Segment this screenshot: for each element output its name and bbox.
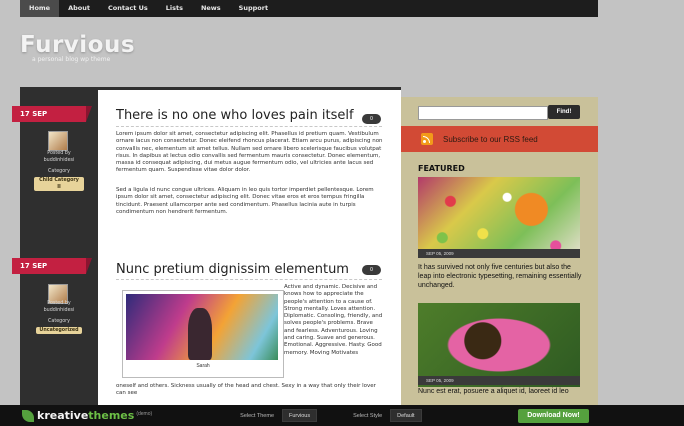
comment-count-bubble[interactable]: 0 [362, 265, 381, 275]
post-date-month: SEP [32, 110, 48, 118]
select-style-label: Select Style [353, 412, 383, 419]
featured-title[interactable]: Nunc est erat, posuere a aliquet id, lao… [418, 387, 583, 396]
logo-text-kreative: kreative [37, 409, 89, 422]
post-photo [126, 294, 278, 360]
nav-lists[interactable]: Lists [157, 0, 192, 17]
avatar [48, 131, 68, 151]
post-title[interactable]: Nunc pretium dignissim elementum [116, 262, 349, 277]
nav-home[interactable]: Home [20, 0, 60, 17]
post-date-badge: 17 SEP [12, 258, 92, 274]
post-meta: Posted by buddinhidesi Category Child Ca… [34, 150, 84, 191]
top-navigation: Home About Contact Us Lists News Support [20, 0, 598, 17]
post-excerpt: Sed a ligula id nunc congue ultrices. Al… [116, 187, 374, 215]
nav-support[interactable]: Support [230, 0, 277, 17]
select-theme-label: Select Theme [240, 412, 275, 419]
category-tag[interactable]: Child Category II [34, 177, 84, 191]
kreativethemes-logo[interactable]: kreative themes (demo) [22, 409, 152, 422]
download-button[interactable]: Download Now! [518, 409, 589, 423]
posted-by-label: Posted by [47, 151, 71, 156]
post-date-day: 17 [20, 262, 30, 270]
featured-title[interactable]: It has survived not only five centuries … [418, 263, 583, 290]
site-branding: Furvious a personal blog wp theme [20, 32, 135, 63]
site-title[interactable]: Furvious [20, 32, 135, 58]
post-excerpt: Active and dynamic. Decisive and knows h… [284, 284, 383, 356]
featured-heading: FEATURED [418, 164, 465, 173]
post-title[interactable]: There is no one who loves pain itself [116, 108, 354, 123]
featured-image[interactable] [418, 303, 580, 387]
featured-date: SEP 05, 2009 [418, 376, 580, 385]
divider [116, 126, 382, 127]
rss-icon [421, 133, 433, 145]
image-caption: Sarah [196, 363, 210, 369]
post-excerpt: oneself and others. Sickness usually of … [116, 383, 376, 397]
search-button[interactable]: Find! [548, 105, 580, 119]
post-date-badge: 17 SEP [12, 106, 92, 122]
nav-about[interactable]: About [59, 0, 99, 17]
featured-image[interactable] [418, 177, 580, 258]
featured-date: SEP 05, 2009 [418, 249, 580, 258]
nav-contact-us[interactable]: Contact Us [99, 0, 157, 17]
post-image[interactable]: Sarah [122, 290, 284, 378]
search-input[interactable] [418, 106, 548, 120]
post-date-day: 17 [20, 110, 30, 118]
category-label: Category [48, 319, 70, 324]
rss-label[interactable]: Subscribe to our RSS feed [443, 135, 538, 144]
post-meta: Posted by buddinhidesi Category Uncatego… [34, 300, 84, 334]
post-date-month: SEP [32, 262, 48, 270]
category-tag[interactable]: Uncategorized [36, 327, 82, 334]
theme-select[interactable]: Furvious [282, 409, 318, 422]
posted-by-label: Posted by [47, 301, 71, 306]
divider [116, 279, 382, 280]
leaf-icon [22, 409, 34, 422]
logo-demo-label: (demo) [136, 411, 153, 417]
style-select[interactable]: Default [390, 409, 422, 422]
logo-text-themes: themes [88, 409, 135, 422]
post-excerpt: Lorem ipsum dolor sit amet, consectetur … [116, 131, 383, 174]
comment-count-bubble[interactable]: 0 [362, 114, 381, 124]
rss-subscribe-bar[interactable]: Subscribe to our RSS feed [401, 126, 598, 152]
nav-news[interactable]: News [192, 0, 230, 17]
author-link[interactable]: buddinhidesi [34, 307, 84, 314]
category-label: Category [48, 169, 70, 174]
author-link[interactable]: buddinhidesi [34, 157, 84, 164]
